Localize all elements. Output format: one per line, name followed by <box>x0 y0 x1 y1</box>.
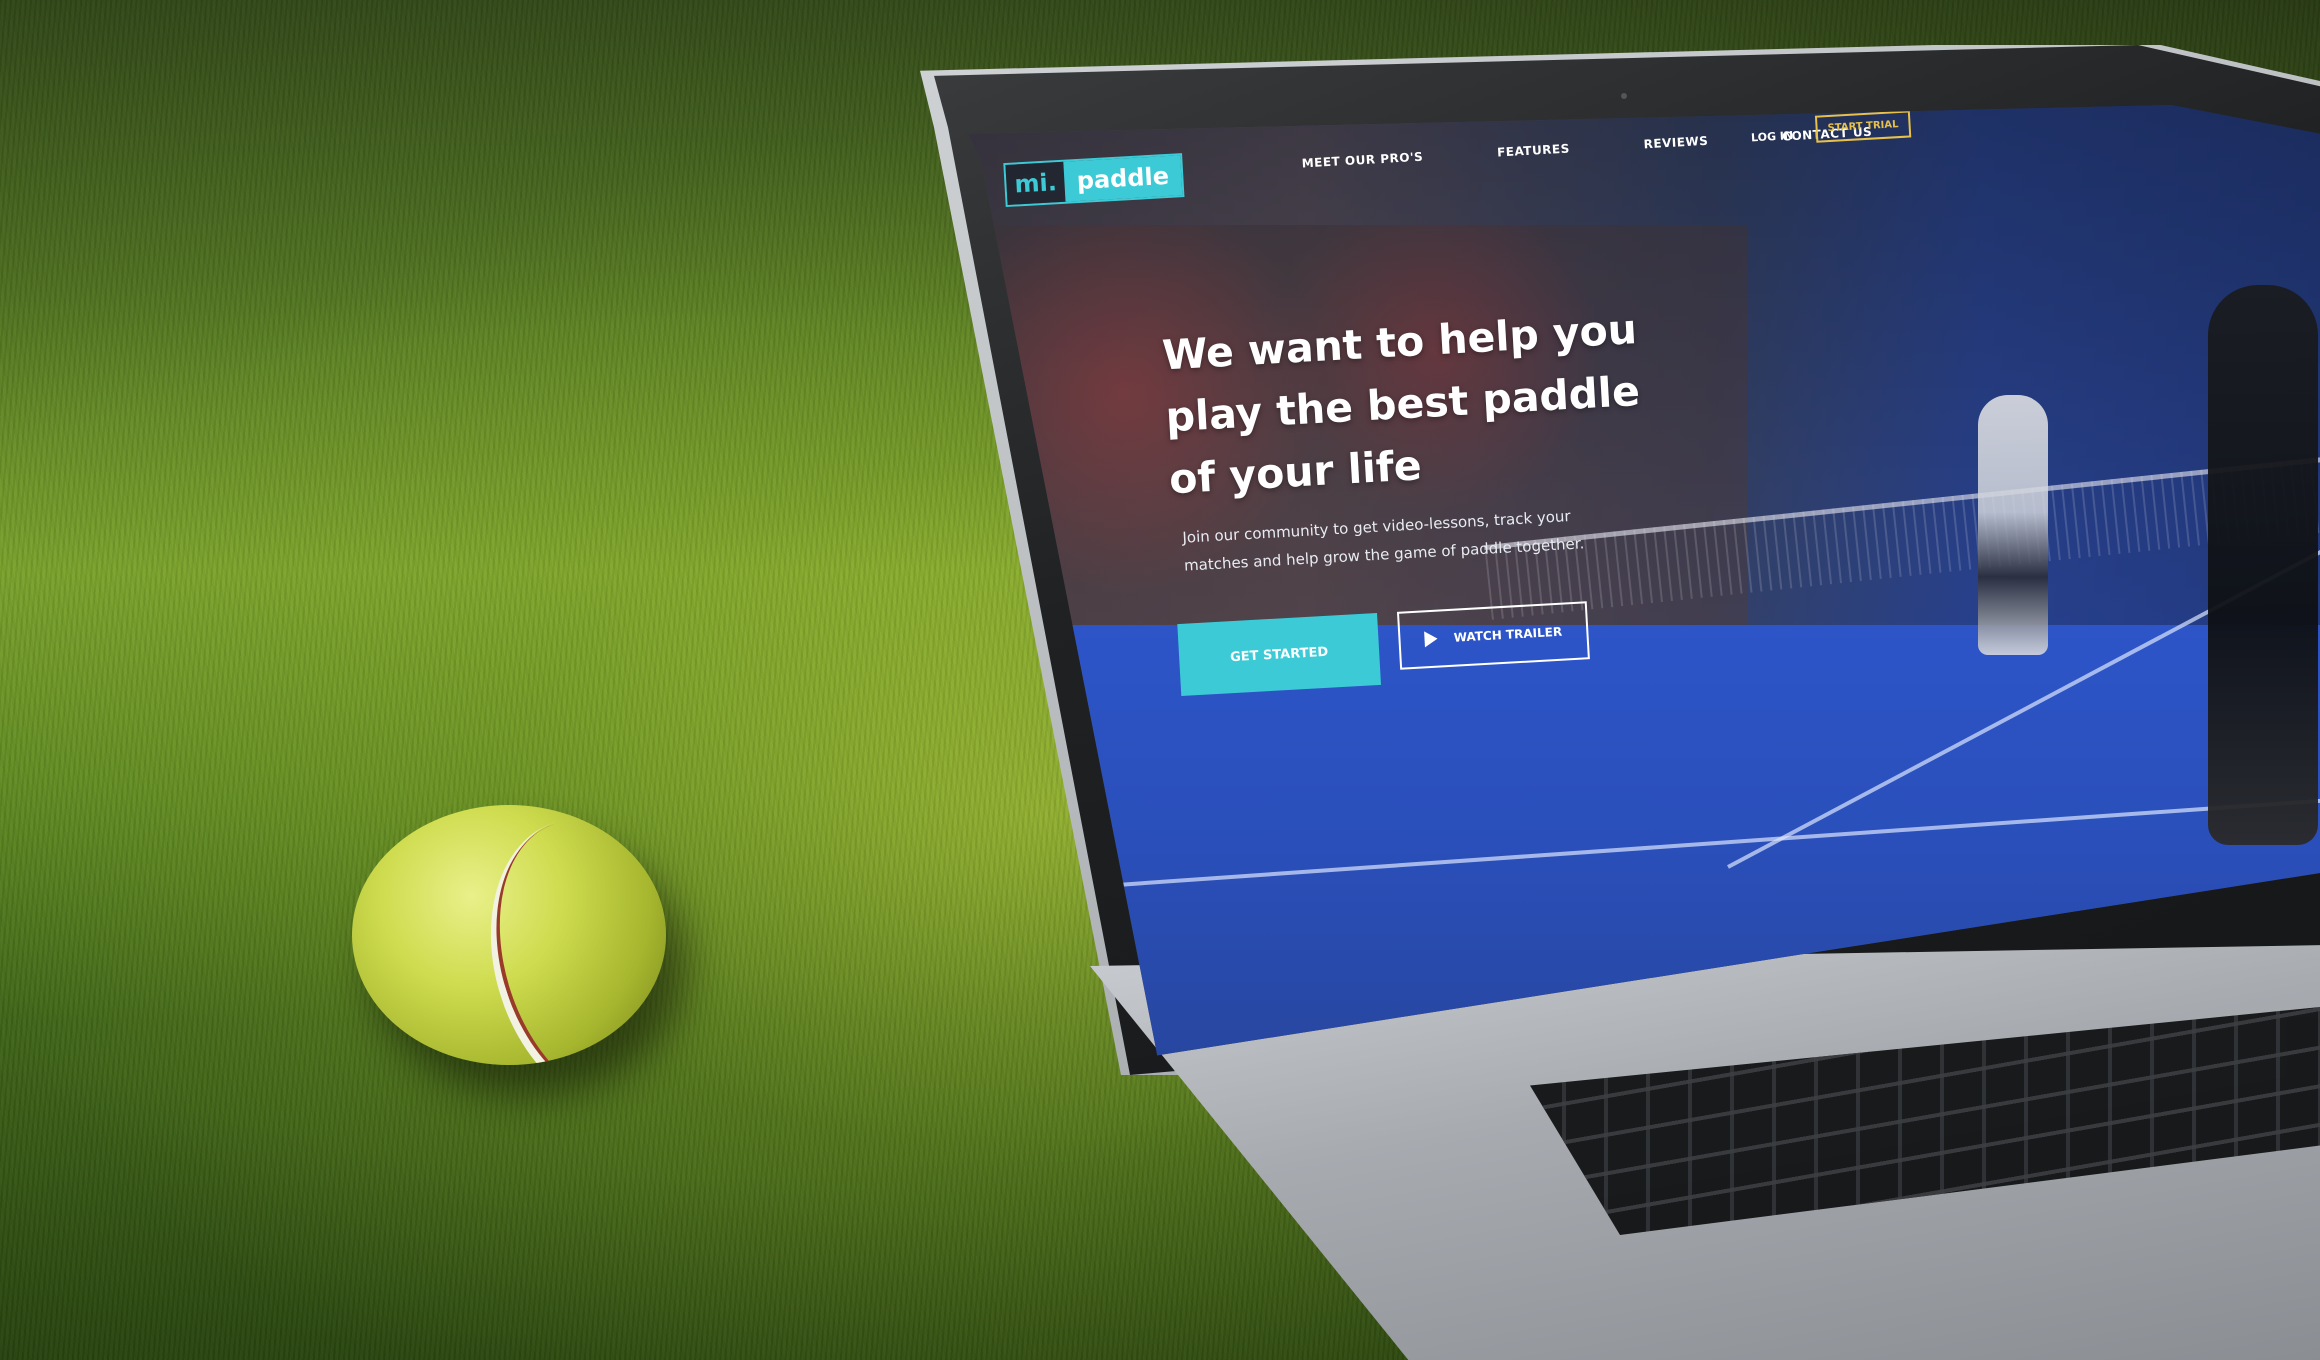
laptop: mi. paddle MEET OUR PRO'S FEATURES REVIE… <box>920 45 2320 1360</box>
hero-title: We want to help you play the best paddle… <box>1160 305 1642 504</box>
nav-reviews[interactable]: REVIEWS <box>1643 134 1708 152</box>
logo-mi: mi. <box>1005 161 1066 205</box>
nav-meet-our-pros[interactable]: MEET OUR PRO'S <box>1301 150 1423 171</box>
watch-trailer-button[interactable]: WATCH TRAILER <box>1396 601 1590 670</box>
nav-features[interactable]: FEATURES <box>1497 141 1570 159</box>
start-trial-button[interactable]: START TRIAL <box>1814 110 1912 143</box>
play-icon <box>1424 630 1439 648</box>
logo-paddle: paddle <box>1063 155 1182 202</box>
tennis-ball <box>352 805 666 1065</box>
camera-icon <box>1621 93 1627 99</box>
get-started-button[interactable]: GET STARTED <box>1177 612 1382 697</box>
hero-subtitle: Join our community to get video-lessons,… <box>1181 507 1585 575</box>
site-logo[interactable]: mi. paddle <box>1003 153 1185 208</box>
photo-scene: mi. paddle MEET OUR PRO'S FEATURES REVIE… <box>0 0 2320 1360</box>
login-link[interactable]: LOG IN <box>1751 129 1794 144</box>
watch-trailer-label: WATCH TRAILER <box>1453 624 1563 645</box>
